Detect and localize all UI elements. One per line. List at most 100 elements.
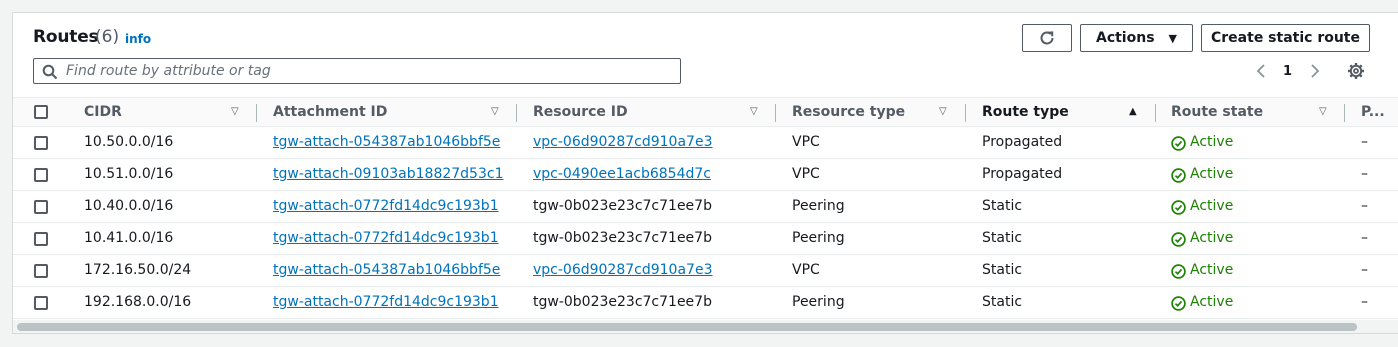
next-page-button[interactable] [1309,63,1321,83]
table-row[interactable]: 192.168.0.0/16 tgw-attach-0772fd14dc9c193… [13,287,1398,319]
truncated-cell: – [1361,134,1368,150]
table-row[interactable]: 172.16.50.0/24 tgw-attach-054387ab1046bbf… [13,255,1398,287]
route-type-cell: Propagated [982,166,1063,182]
panel-title: Routes [33,27,99,47]
row-checkbox[interactable] [34,232,48,246]
check-circle-icon [1171,232,1186,251]
resource-id-link[interactable]: vpc-0490ee1acb6854d7c [533,166,711,182]
attachment-id-link[interactable]: tgw-attach-054387ab1046bbf5e [273,134,500,150]
route-type-cell: Static [982,230,1023,246]
route-type-cell: Static [982,262,1023,278]
cidr-cell: 10.50.0.0/16 [84,134,174,150]
sort-caret-down-icon[interactable]: ▽ [1319,106,1327,117]
resource-type-cell: VPC [792,166,820,182]
check-circle-icon [1171,136,1186,155]
caret-down-icon: ▼ [1168,31,1177,45]
actions-button[interactable]: Actions ▼ [1080,24,1193,52]
truncated-cell: – [1361,262,1368,278]
check-circle-icon [1171,200,1186,219]
table-header: CIDR ▽ Attachment ID ▽ Resource ID ▽ Res… [13,97,1398,127]
column-divider[interactable] [1155,104,1156,122]
previous-page-button[interactable] [1255,63,1267,83]
sort-caret-down-icon[interactable]: ▽ [491,106,499,117]
search-icon [42,64,58,80]
chevron-right-icon [1311,64,1320,78]
sort-caret-down-icon[interactable]: ▽ [231,106,239,117]
check-circle-icon [1171,296,1186,315]
route-state-cell: Active [1190,166,1234,182]
cidr-cell: 10.41.0.0/16 [84,230,174,246]
attachment-id-link[interactable]: tgw-attach-0772fd14dc9c193b1 [273,294,499,310]
sort-ascending-icon[interactable]: ▲ [1129,106,1137,117]
route-type-cell: Static [982,294,1023,310]
route-state-cell: Active [1190,134,1234,150]
create-static-route-button[interactable]: Create static route [1201,24,1370,52]
truncated-cell: – [1361,166,1368,182]
truncated-cell: – [1361,230,1368,246]
resource-id-link[interactable]: vpc-06d90287cd910a7e3 [533,262,712,278]
route-count: (6) [95,27,120,47]
column-header-cidr[interactable]: CIDR [84,104,122,120]
route-type-cell: Static [982,198,1023,214]
routes-panel: Routes (6) info Actions ▼ Create static … [12,12,1398,334]
row-checkbox[interactable] [34,136,48,150]
refresh-button[interactable] [1022,24,1072,52]
truncated-cell: – [1361,294,1368,310]
sort-caret-down-icon[interactable]: ▽ [939,106,947,117]
cidr-cell: 10.51.0.0/16 [84,166,174,182]
page-number[interactable]: 1 [1283,64,1292,79]
column-header-truncated[interactable]: P... [1361,104,1385,120]
column-divider[interactable] [516,104,517,122]
route-state-cell: Active [1190,262,1234,278]
route-state-cell: Active [1190,198,1234,214]
resource-id-cell: tgw-0b023e23c7c71ee7b [533,230,712,246]
truncated-cell: – [1361,198,1368,214]
refresh-icon [1040,31,1054,45]
column-divider[interactable] [965,104,966,122]
route-state-cell: Active [1190,230,1234,246]
scrollbar-thumb[interactable] [17,323,1357,331]
row-checkbox[interactable] [34,200,48,214]
actions-label: Actions [1095,30,1155,46]
search-input[interactable]: Find route by attribute or tag [33,58,681,84]
column-header-resource-id[interactable]: Resource ID [533,104,628,120]
cidr-cell: 172.16.50.0/24 [84,262,192,278]
column-divider[interactable] [775,104,776,122]
info-link[interactable]: info [125,32,151,46]
resource-type-cell: Peering [792,294,845,310]
table-row[interactable]: 10.40.0.0/16 tgw-attach-0772fd14dc9c193b1… [13,191,1398,223]
cidr-cell: 192.168.0.0/16 [84,294,192,310]
attachment-id-link[interactable]: tgw-attach-054387ab1046bbf5e [273,262,500,278]
select-all-checkbox[interactable] [34,105,48,119]
route-type-cell: Propagated [982,134,1063,150]
attachment-id-link[interactable]: tgw-attach-0772fd14dc9c193b1 [273,230,499,246]
cidr-cell: 10.40.0.0/16 [84,198,174,214]
settings-gear-icon[interactable] [1347,62,1365,80]
column-divider[interactable] [256,104,257,122]
resource-id-link[interactable]: vpc-06d90287cd910a7e3 [533,134,712,150]
attachment-id-link[interactable]: tgw-attach-0772fd14dc9c193b1 [273,198,499,214]
resource-id-cell: tgw-0b023e23c7c71ee7b [533,198,712,214]
chevron-left-icon [1256,64,1265,78]
route-state-cell: Active [1190,294,1234,310]
horizontal-scrollbar[interactable] [13,320,1398,333]
sort-caret-down-icon[interactable]: ▽ [750,106,758,117]
row-checkbox[interactable] [34,296,48,310]
table-row[interactable]: 10.50.0.0/16 tgw-attach-054387ab1046bbf5e… [13,127,1398,159]
resource-type-cell: VPC [792,262,820,278]
search-placeholder: Find route by attribute or tag [66,63,271,79]
row-checkbox[interactable] [34,168,48,182]
attachment-id-link[interactable]: tgw-attach-09103ab18827d53c1 [273,166,503,182]
column-header-attachment-id[interactable]: Attachment ID [273,104,387,120]
column-header-route-state[interactable]: Route state [1171,104,1263,120]
create-label: Create static route [1211,30,1360,46]
resource-id-cell: tgw-0b023e23c7c71ee7b [533,294,712,310]
column-header-resource-type[interactable]: Resource type [792,104,905,120]
column-header-route-type[interactable]: Route type [982,104,1069,120]
check-circle-icon [1171,264,1186,283]
column-divider[interactable] [1344,104,1345,122]
resource-type-cell: VPC [792,134,820,150]
table-row[interactable]: 10.41.0.0/16 tgw-attach-0772fd14dc9c193b1… [13,223,1398,255]
table-row[interactable]: 10.51.0.0/16 tgw-attach-09103ab18827d53c1… [13,159,1398,191]
row-checkbox[interactable] [34,264,48,278]
